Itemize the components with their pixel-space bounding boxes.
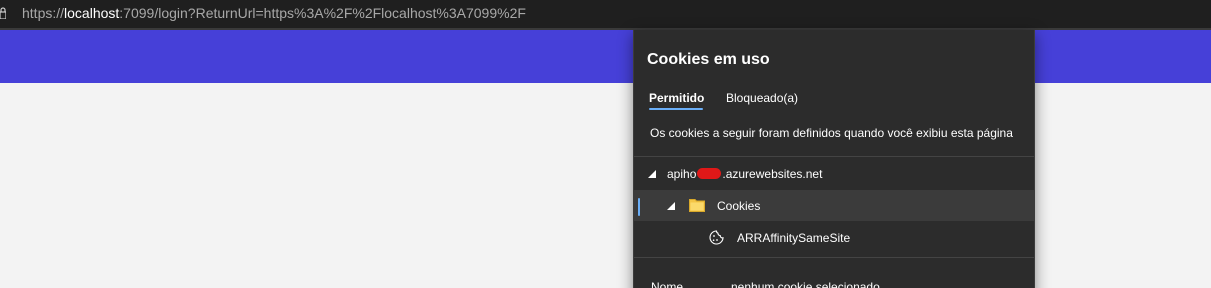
browser-window: https://localhost:7099/login?ReturnUrl=h… [0, 0, 1211, 288]
tree-item-cookies-folder[interactable]: Cookies [634, 190, 1034, 221]
tree-item-cookie[interactable]: ARRAffinitySameSite [634, 222, 1034, 253]
dialog-title: Cookies em uso [647, 51, 770, 68]
domain-suffix: .azurewebsites.net [722, 167, 823, 181]
detail-name-label: Nome [651, 280, 684, 288]
divider [634, 156, 1034, 157]
domain-prefix: apiho [667, 167, 697, 181]
divider [634, 257, 1034, 258]
url-path: :7099/login?ReturnUrl=https%3A%2F%2Floca… [119, 5, 526, 21]
triangle-expanded-icon[interactable] [648, 170, 656, 178]
tree-item-domain[interactable]: apiho .azurewebsites.net [634, 158, 1034, 189]
folder-icon [689, 199, 705, 212]
url-text[interactable]: https://localhost:7099/login?ReturnUrl=h… [22, 5, 526, 21]
cookies-in-use-dialog: Cookies em uso Permitido Bloqueado(a) Os… [633, 30, 1035, 288]
cookie-icon [709, 230, 724, 245]
tab-allowed[interactable]: Permitido [649, 91, 704, 106]
address-bar[interactable]: https://localhost:7099/login?ReturnUrl=h… [0, 0, 1211, 28]
detail-name-value: nenhum cookie selecionado [731, 280, 880, 288]
selected-tab-indicator [649, 108, 703, 110]
cookie-label: ARRAffinitySameSite [737, 231, 851, 245]
selection-indicator [638, 198, 640, 216]
domain-label: apiho .azurewebsites.net [667, 167, 822, 181]
lock-icon[interactable] [0, 7, 6, 19]
info-text: Os cookies a seguir foram definidos quan… [650, 126, 1013, 140]
url-prefix: https:// [22, 5, 65, 21]
tab-blocked[interactable]: Bloqueado(a) [726, 91, 798, 106]
triangle-expanded-icon[interactable] [667, 202, 675, 210]
redaction-mark [697, 168, 722, 179]
url-host: localhost [64, 5, 120, 21]
folder-label: Cookies [717, 199, 761, 213]
